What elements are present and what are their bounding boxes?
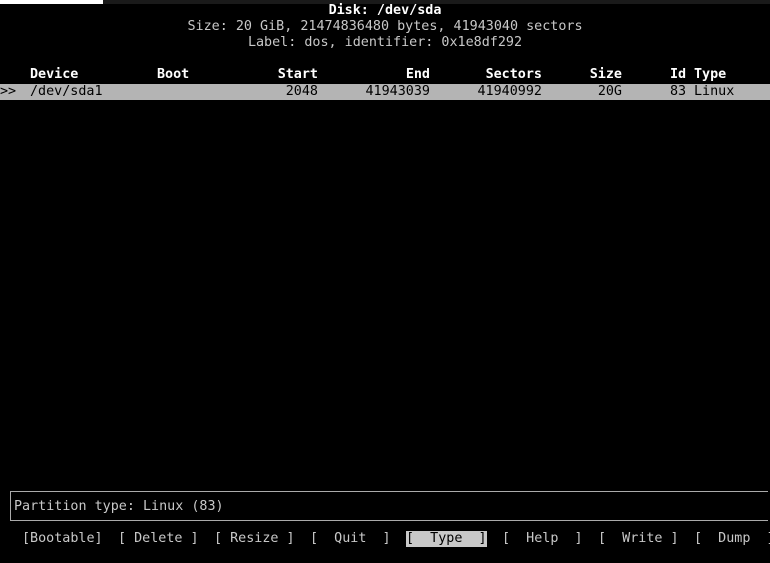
partition-type-text: Partition type: Linux (83) [14, 499, 224, 514]
disk-title: Disk: /dev/sda [328, 3, 442, 18]
disk-size-line: Size: 20 GiB, 21474836480 bytes, 4194304… [187, 19, 583, 34]
menu-help-button[interactable]: [ Help ] [502, 531, 583, 547]
menu-type-button[interactable]: [ Type ] [406, 531, 487, 547]
row-size: 20G [597, 84, 622, 99]
table-header: Device Boot Start End Sectors Size Id Ty… [0, 67, 770, 83]
row-start: 2048 [285, 84, 318, 99]
table-row[interactable]: >> /dev/sda1 2048 41943039 41940992 20G … [0, 84, 770, 100]
row-cursor: >> [0, 84, 17, 99]
row-id: 83 [670, 84, 687, 99]
menu-dump-button[interactable]: [ Dump ] [694, 531, 770, 547]
col-id-header: Id [670, 67, 687, 82]
menu-bootable-button[interactable]: [Bootable] [22, 531, 103, 547]
row-end: 41943039 [365, 84, 431, 99]
col-size-header: Size [589, 67, 622, 82]
col-type-header: Type [694, 67, 727, 82]
menu-write-button[interactable]: [ Write ] [598, 531, 679, 547]
col-sectors-header: Sectors [485, 67, 542, 82]
row-device: /dev/sda1 [30, 84, 103, 99]
row-type: Linux [694, 84, 735, 99]
col-device-header: Device [30, 67, 79, 82]
menu-delete-button[interactable]: [ Delete ] [118, 531, 199, 547]
menu-quit-button[interactable]: [ Quit ] [310, 531, 391, 547]
partition-info-box: Partition type: Linux (83) [10, 491, 768, 521]
col-end-header: End [405, 67, 430, 82]
menu-resize-button[interactable]: [ Resize ] [214, 531, 295, 547]
disk-label-line: Label: dos, identifier: 0x1e8df292 [247, 35, 523, 50]
row-sectors: 41940992 [477, 84, 543, 99]
col-boot-header: Boot [157, 67, 190, 82]
col-start-header: Start [277, 67, 318, 82]
